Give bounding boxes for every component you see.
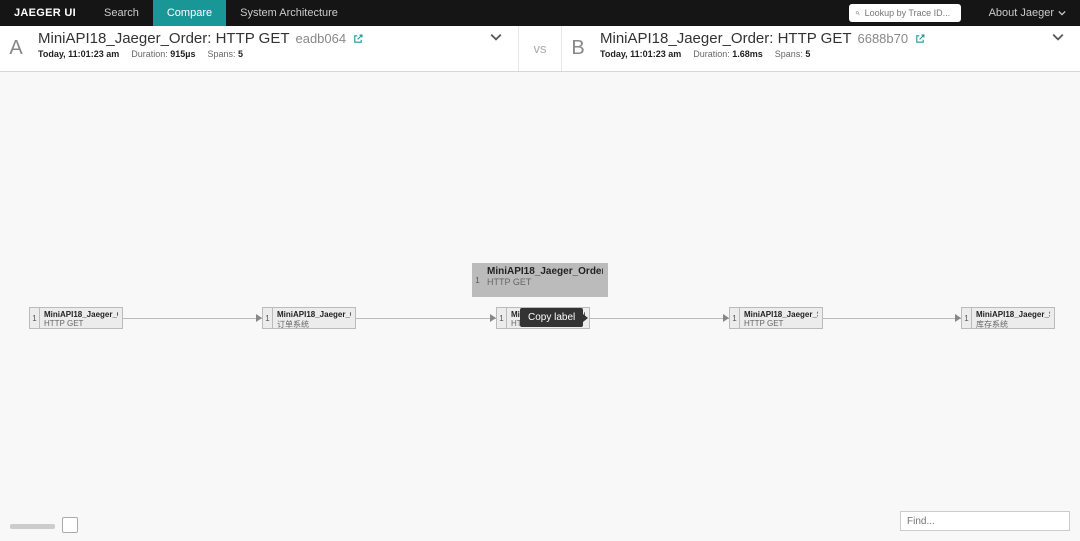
trace-b-id: 6688b70 <box>857 31 908 46</box>
fit-button[interactable] <box>62 517 78 533</box>
brand-label: JAEGER UI <box>0 7 90 19</box>
graph-edge <box>822 318 962 319</box>
graph-edge <box>355 318 497 319</box>
trace-b-chevron[interactable] <box>1052 30 1064 47</box>
graph-node[interactable]: 1 MiniAPI18_Jaeger_Order订单系统 <box>262 307 356 329</box>
find-box <box>900 511 1070 532</box>
graph-node[interactable]: 1 MiniAPI18_Jaeger_OrderHTTP GET <box>29 307 123 329</box>
vs-label: vs <box>518 26 562 71</box>
chevron-down-icon <box>1058 9 1066 17</box>
graph-edge <box>122 318 262 319</box>
nav-arch[interactable]: System Architecture <box>226 0 352 26</box>
graph-node[interactable]: 1 MiniAPI18_Jaeger_Stock库存系统 <box>961 307 1055 329</box>
nav-compare[interactable]: Compare <box>153 0 226 26</box>
h-scroll-indicator <box>10 524 55 529</box>
compare-header: A MiniAPI18_Jaeger_Order: HTTP GET eadb0… <box>0 26 1080 72</box>
find-input[interactable] <box>900 511 1070 531</box>
trace-a-id: eadb064 <box>295 31 346 46</box>
graph-node-hover[interactable]: 1 MiniAPI18_Jaeger_OrderHTTP GET <box>472 263 608 297</box>
graph-edge <box>590 318 730 319</box>
trace-b-letter: B <box>562 26 594 71</box>
about-dropdown[interactable]: About Jaeger <box>975 7 1080 19</box>
lookup-box[interactable] <box>849 4 961 22</box>
top-nav: JAEGER UI Search Compare System Architec… <box>0 0 1080 26</box>
graph-node[interactable]: 1 MiniAPI18_Jaeger_StockHTTP GET <box>729 307 823 329</box>
lookup-input[interactable] <box>865 8 955 18</box>
trace-b: B MiniAPI18_Jaeger_Order: HTTP GET 6688b… <box>562 26 1080 71</box>
nav-search[interactable]: Search <box>90 0 153 26</box>
trace-b-title: MiniAPI18_Jaeger_Order: HTTP GET <box>600 30 851 47</box>
trace-a-letter: A <box>0 26 32 71</box>
copy-label-tooltip: Copy label <box>520 308 583 327</box>
graph-canvas[interactable]: 1 MiniAPI18_Jaeger_OrderHTTP GET 1 MiniA… <box>0 72 1080 541</box>
trace-a: A MiniAPI18_Jaeger_Order: HTTP GET eadb0… <box>0 26 518 71</box>
external-link-icon[interactable] <box>914 33 926 45</box>
search-icon <box>855 9 861 18</box>
trace-a-title: MiniAPI18_Jaeger_Order: HTTP GET <box>38 30 289 47</box>
external-link-icon[interactable] <box>352 33 364 45</box>
trace-a-chevron[interactable] <box>490 30 502 47</box>
